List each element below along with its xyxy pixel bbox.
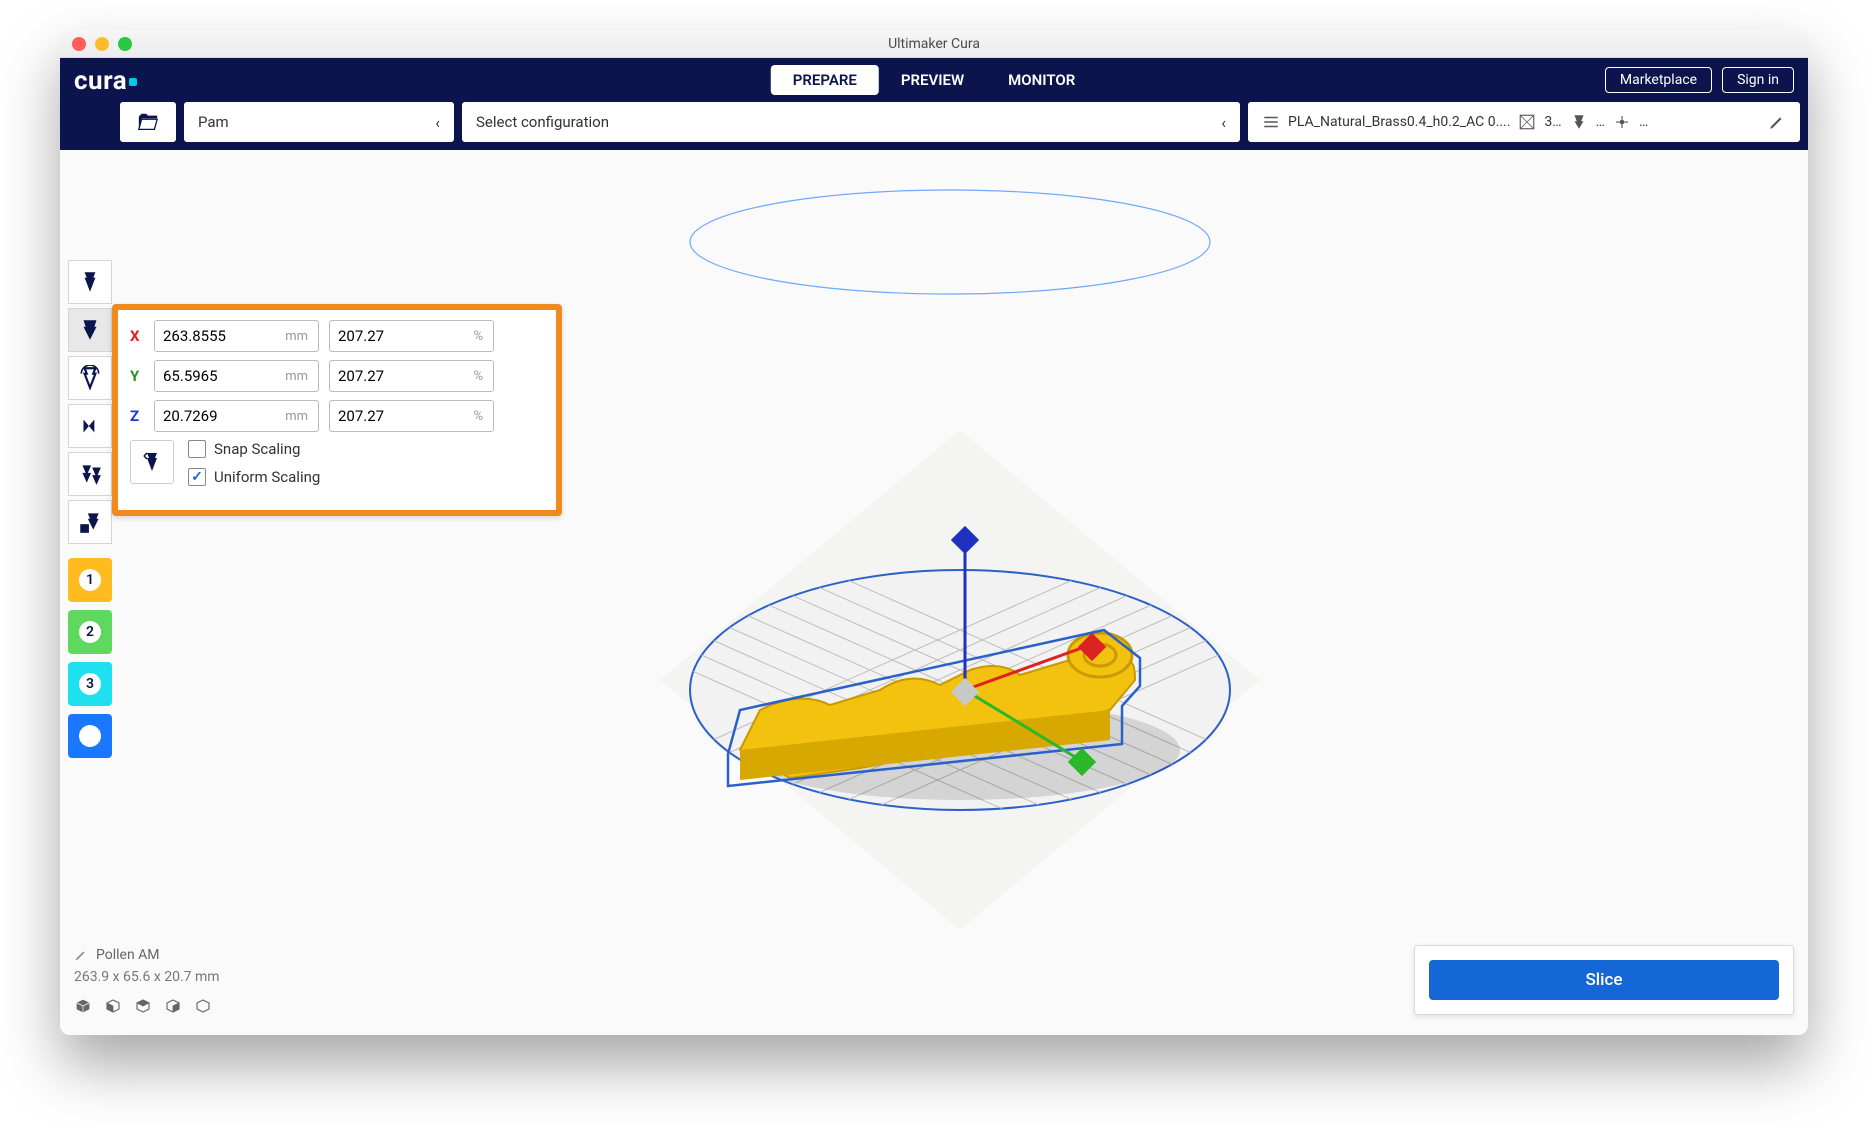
chevron-left-icon: ‹ [435, 113, 440, 132]
view-right-icon[interactable] [194, 997, 212, 1015]
reset-scale-button[interactable] [130, 440, 174, 484]
mirror-tool[interactable] [68, 404, 112, 448]
tab-prepare[interactable]: PREPARE [771, 65, 879, 95]
mesh-tool[interactable] [68, 452, 112, 496]
uniform-scaling-option[interactable]: Uniform Scaling [188, 468, 320, 486]
extruder-2-button[interactable]: 2 [68, 610, 112, 654]
axis-y-label: Y [130, 367, 144, 385]
move-tool[interactable] [68, 260, 112, 304]
extruder-3-button[interactable]: 3 [68, 662, 112, 706]
folder-open-icon [135, 111, 161, 133]
support-value: … [1596, 114, 1605, 130]
scale-z-mm-input[interactable] [155, 407, 285, 425]
scale-tool[interactable] [68, 308, 112, 352]
app-header: cura PREPARE PREVIEW MONITOR Marketplace… [60, 58, 1808, 102]
pencil-icon [74, 948, 88, 962]
transform-toolbar [68, 260, 112, 544]
configuration-selector[interactable]: Select configuration ‹ [462, 102, 1240, 142]
adhesion-icon [1613, 113, 1631, 131]
profile-icon [1262, 113, 1280, 131]
extruder-4-button[interactable]: 4 [68, 714, 112, 758]
scale-y-mm-input[interactable] [155, 367, 285, 385]
open-file-button[interactable] [120, 102, 176, 142]
chevron-left-icon: ‹ [1221, 113, 1226, 132]
support-blocker-tool[interactable] [68, 500, 112, 544]
print-settings-bar[interactable]: PLA_Natural_Brass0.4_h0.2_AC 0.... 3… … … [1248, 102, 1800, 142]
slice-button[interactable]: Slice [1429, 960, 1779, 1000]
pencil-icon[interactable] [1768, 113, 1786, 131]
stage-tabs: PREPARE PREVIEW MONITOR [771, 65, 1097, 95]
scale-x-pct-input[interactable] [330, 327, 473, 345]
infill-icon [1518, 113, 1536, 131]
view-front-icon[interactable] [104, 997, 122, 1015]
snap-scaling-checkbox[interactable] [188, 440, 206, 458]
viewport-area[interactable]: 1 2 3 4 X mm % Y mm % Z mm % [60, 150, 1808, 1035]
extruder-1-button[interactable]: 1 [68, 558, 112, 602]
app-logo: cura [74, 65, 137, 96]
object-dimensions: 263.9 x 65.6 x 20.7 mm [74, 969, 220, 985]
snap-scaling-option[interactable]: Snap Scaling [188, 440, 320, 458]
view-3d-icon[interactable] [74, 997, 92, 1015]
axis-x-label: X [130, 327, 144, 345]
printer-name: Pam [198, 113, 229, 131]
scale-x-mm-input[interactable] [155, 327, 285, 345]
app-window: Ultimaker Cura cura PREPARE PREVIEW MONI… [60, 30, 1808, 1035]
window-title: Ultimaker Cura [60, 36, 1808, 52]
support-icon [1570, 113, 1588, 131]
build-plate-view [60, 150, 1808, 1035]
config-toolbar: Pam ‹ Select configuration ‹ PLA_Natural… [60, 102, 1808, 150]
slice-panel: Slice [1414, 945, 1794, 1015]
extruder-toolbar: 1 2 3 4 [68, 558, 112, 758]
profile-name: PLA_Natural_Brass0.4_h0.2_AC 0.... [1288, 114, 1510, 130]
printer-selector[interactable]: Pam ‹ [184, 102, 454, 142]
axis-z-label: Z [130, 407, 144, 425]
rotate-tool[interactable] [68, 356, 112, 400]
object-name: Pollen AM [96, 947, 160, 963]
marketplace-button[interactable]: Marketplace [1605, 67, 1712, 93]
tab-monitor[interactable]: MONITOR [986, 65, 1097, 95]
configuration-label: Select configuration [476, 113, 609, 131]
view-presets [74, 997, 220, 1015]
mac-titlebar: Ultimaker Cura [60, 30, 1808, 58]
object-info: Pollen AM 263.9 x 65.6 x 20.7 mm [74, 947, 220, 1015]
tab-preview[interactable]: PREVIEW [879, 65, 986, 95]
view-left-icon[interactable] [164, 997, 182, 1015]
view-top-icon[interactable] [134, 997, 152, 1015]
scale-y-pct-input[interactable] [330, 367, 473, 385]
scale-z-pct-input[interactable] [330, 407, 473, 425]
scale-panel: X mm % Y mm % Z mm % [112, 304, 562, 516]
infill-value: 3… [1544, 114, 1561, 130]
uniform-scaling-checkbox[interactable] [188, 468, 206, 486]
signin-button[interactable]: Sign in [1722, 67, 1794, 93]
